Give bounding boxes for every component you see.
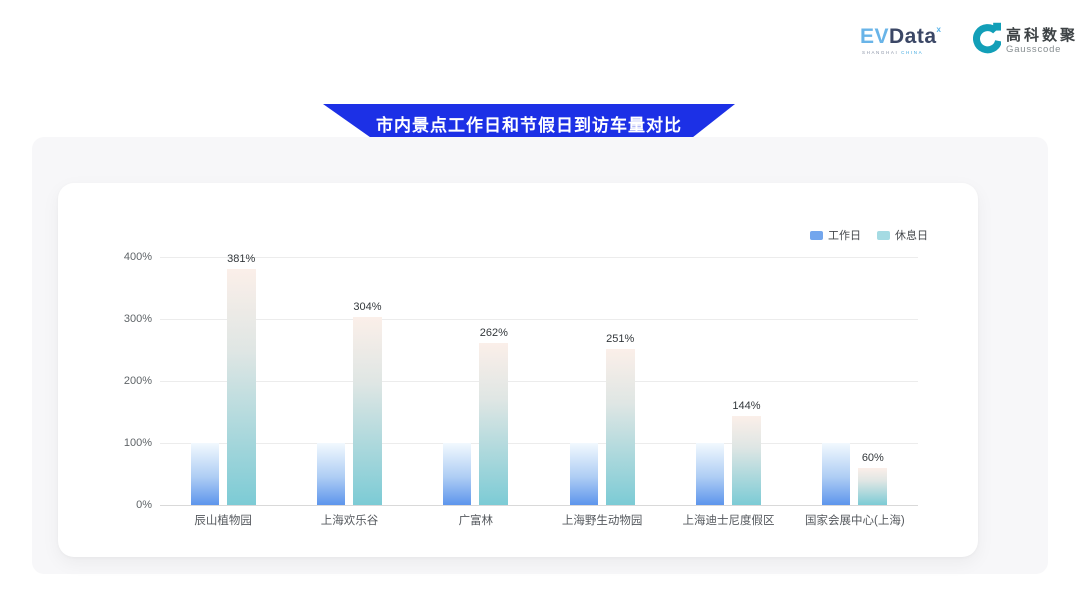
bar-workday-0[interactable]: [191, 443, 219, 505]
evdata-tagline-right: CHINA: [901, 50, 923, 55]
bar-chart-plot-area: 400% 300% 200% 100% 0% 381% 辰山植物园 304% 上海欢乐谷 262%…: [58, 183, 978, 557]
category-label-4: 上海迪士尼度假区: [665, 512, 791, 528]
bar-restday-3[interactable]: [606, 349, 635, 505]
gridline-100: [160, 443, 918, 444]
gausscode-name-cn: 高科数聚: [1006, 27, 1078, 44]
chart-card: 工作日 休息日 400%300%200%100%0%381%辰山植物园304%上…: [58, 183, 978, 557]
y-tick-label-0: 0%: [108, 499, 152, 511]
bar-restday-2[interactable]: [479, 343, 508, 505]
y-tick-label-100: 100%: [108, 437, 152, 449]
evdata-logo-ev: EV: [860, 25, 889, 48]
bar-workday-1[interactable]: [317, 443, 345, 505]
category-label-5: 国家会展中心(上海): [792, 512, 918, 528]
bar-restday-1[interactable]: [353, 317, 382, 505]
evdata-logo-x-icon: ˣ: [937, 24, 942, 38]
category-label-3: 上海野生动物园: [539, 512, 665, 528]
gridline-300: [160, 319, 918, 320]
content-panel: 工作日 休息日 400%300%200%100%0%381%辰山植物园304%上…: [32, 137, 1048, 574]
evdata-logo: EVDataˣ SHANGHAI CHINA: [860, 20, 972, 55]
value-label-2: 262%: [480, 327, 508, 339]
category-label-1: 上海欢乐谷: [286, 512, 412, 528]
value-label-1: 304%: [353, 301, 381, 313]
y-tick-label-300: 300%: [108, 313, 152, 325]
x-axis-line: [160, 505, 918, 506]
evdata-tagline-left: SHANGHAI: [862, 50, 898, 55]
evdata-logo-text: EVDataˣ: [860, 20, 972, 48]
gausscode-logo: 高科数聚 Gausscode: [973, 21, 1078, 60]
category-label-2: 广富林: [413, 512, 539, 528]
gausscode-g-icon: [973, 21, 1001, 60]
category-label-0: 辰山植物园: [160, 512, 286, 528]
value-label-5: 60%: [862, 452, 884, 464]
y-tick-label-400: 400%: [108, 251, 152, 263]
bar-restday-4[interactable]: [732, 416, 761, 505]
gridline-200: [160, 381, 918, 382]
bar-restday-5[interactable]: [858, 468, 887, 505]
bar-workday-3[interactable]: [570, 443, 598, 505]
bar-workday-2[interactable]: [443, 443, 471, 505]
evdata-logo-data: Data: [889, 25, 937, 48]
value-label-4: 144%: [732, 400, 760, 412]
bar-restday-0[interactable]: [227, 269, 256, 505]
gausscode-name-en: Gausscode: [1006, 44, 1078, 55]
y-tick-label-200: 200%: [108, 375, 152, 387]
bar-workday-4[interactable]: [696, 443, 724, 505]
evdata-logo-tagline: SHANGHAI CHINA: [862, 50, 972, 55]
value-label-3: 251%: [606, 333, 634, 345]
gridline-400: [160, 257, 918, 258]
bar-workday-5[interactable]: [822, 443, 850, 505]
value-label-0: 381%: [227, 253, 255, 265]
page-title: 市内景点工作日和节假日到访车量对比: [376, 111, 682, 136]
